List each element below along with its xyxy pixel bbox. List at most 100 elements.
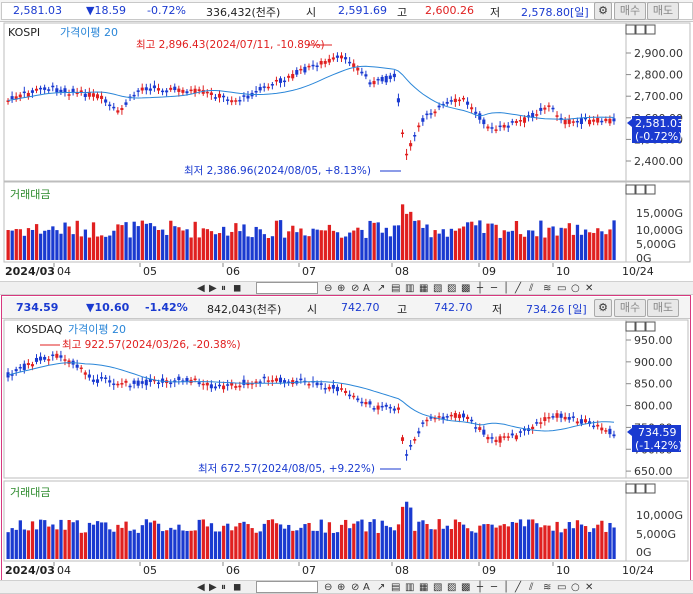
candle-icon[interactable]: ▥ bbox=[405, 581, 414, 594]
circle-icon[interactable]: ○ bbox=[571, 581, 580, 594]
prev-icon[interactable]: ▶ bbox=[209, 581, 217, 594]
candle-body bbox=[173, 86, 177, 91]
channel-icon[interactable]: ⫽ bbox=[529, 282, 533, 295]
trend-line-icon[interactable]: ╱ bbox=[515, 282, 521, 295]
candle-body bbox=[466, 101, 470, 105]
reset-zoom-icon[interactable]: ⊘ bbox=[351, 282, 359, 295]
date-axis-label: 05 bbox=[143, 564, 157, 577]
candle-body bbox=[152, 85, 156, 89]
circle-icon[interactable]: ○ bbox=[571, 282, 580, 295]
candle-body bbox=[368, 401, 372, 405]
vline-icon[interactable]: │ bbox=[503, 282, 509, 295]
prev-icon[interactable]: ▶ bbox=[209, 282, 217, 295]
text-tool-icon[interactable]: A bbox=[363, 282, 370, 295]
candle-body bbox=[55, 88, 59, 93]
channel-icon[interactable]: ⫽ bbox=[529, 581, 533, 594]
kosdaq-high-label: 고 bbox=[397, 303, 408, 316]
bar-icon[interactable]: ▦ bbox=[419, 282, 428, 295]
volume-bar bbox=[47, 229, 51, 260]
scale-lock-icon[interactable] bbox=[625, 321, 656, 332]
volume-bar bbox=[405, 213, 409, 260]
candle-body bbox=[124, 380, 128, 383]
candle-icon[interactable]: ▥ bbox=[405, 282, 414, 295]
zoom-in-icon[interactable]: ⊕ bbox=[337, 282, 345, 295]
crosshair-icon[interactable]: ┼ bbox=[477, 282, 483, 295]
chart-type-icon[interactable]: ▤ bbox=[391, 282, 400, 295]
volume-bar bbox=[132, 221, 136, 260]
kospi-open-value: 2,591.69 bbox=[338, 4, 387, 17]
area-icon[interactable]: ▨ bbox=[447, 282, 456, 295]
scroll-slider[interactable] bbox=[256, 581, 318, 593]
indicator-icon[interactable]: ▩ bbox=[461, 581, 470, 594]
scroll-slider[interactable] bbox=[256, 282, 318, 294]
pause-icon[interactable]: ⏸ bbox=[221, 581, 226, 594]
volume-bar bbox=[222, 226, 226, 260]
candle-body bbox=[478, 113, 482, 120]
candle-body bbox=[303, 66, 307, 73]
bar-icon[interactable]: ▦ bbox=[419, 581, 428, 594]
scale-reset-icon[interactable] bbox=[625, 483, 656, 494]
kosdaq-chart[interactable]: KOSDAQ 가격이평 20 거래대금 950.00 900.00 850.00 80… bbox=[0, 319, 693, 581]
delete-icon[interactable]: ✕ bbox=[585, 581, 593, 594]
rect-icon[interactable]: ▭ bbox=[557, 581, 566, 594]
line-icon[interactable]: ▧ bbox=[433, 581, 442, 594]
date-axis-label: 06 bbox=[226, 564, 240, 577]
indicator-icon[interactable]: ▩ bbox=[461, 282, 470, 295]
pause-icon[interactable]: ⏸ bbox=[221, 282, 226, 295]
volume-bar bbox=[449, 228, 454, 260]
kospi-high-label: 고 bbox=[397, 6, 408, 19]
buy-button[interactable]: 매수 bbox=[614, 299, 646, 317]
play-icon[interactable]: ◀ bbox=[197, 282, 205, 295]
area-icon[interactable]: ▨ bbox=[447, 581, 456, 594]
candle-body bbox=[364, 74, 368, 77]
scale-lock-icon[interactable] bbox=[625, 24, 656, 35]
reset-zoom-icon[interactable]: ⊘ bbox=[351, 581, 359, 594]
candle-body bbox=[83, 93, 87, 97]
volume-bar bbox=[522, 526, 527, 559]
delete-icon[interactable]: ✕ bbox=[585, 282, 593, 295]
volume-bar bbox=[409, 507, 413, 559]
zoom-out-icon[interactable]: ⊖ bbox=[324, 581, 332, 594]
trend-line-icon[interactable]: ╱ bbox=[515, 581, 521, 594]
hline-icon[interactable]: ─ bbox=[491, 282, 497, 295]
volume-bar bbox=[331, 230, 336, 260]
settings-gear-icon[interactable]: ⚙ bbox=[594, 299, 612, 317]
volume-bar bbox=[608, 522, 612, 559]
line-icon[interactable]: ▧ bbox=[433, 282, 442, 295]
sell-button[interactable]: 매도 bbox=[647, 2, 679, 20]
volume-bar bbox=[197, 237, 201, 260]
buy-button[interactable]: 매수 bbox=[614, 2, 646, 20]
settings-gear-icon[interactable]: ⚙ bbox=[594, 2, 612, 20]
arrow-tool-icon[interactable]: ↗ bbox=[377, 581, 385, 594]
crosshair-icon[interactable]: ┼ bbox=[477, 581, 483, 594]
arrow-tool-icon[interactable]: ↗ bbox=[377, 282, 385, 295]
stop-icon[interactable]: ◼ bbox=[233, 581, 241, 594]
volume-bar bbox=[498, 525, 502, 559]
play-icon[interactable]: ◀ bbox=[197, 581, 205, 594]
sell-button[interactable]: 매도 bbox=[647, 299, 679, 317]
stop-icon[interactable]: ◼ bbox=[233, 282, 241, 295]
zoom-out-icon[interactable]: ⊖ bbox=[324, 282, 332, 295]
volume-bar bbox=[510, 521, 515, 559]
kosdaq-high-value: 742.70 bbox=[434, 301, 473, 314]
kospi-chart-panel[interactable]: KOSPI 가격이평 20 거래대금 2,900.00 2,800.00 2,700… bbox=[0, 22, 693, 282]
chart-type-icon[interactable]: ▤ bbox=[391, 581, 400, 594]
candle-body bbox=[254, 90, 258, 93]
fibo-icon[interactable]: ≋ bbox=[543, 282, 551, 295]
fibo-icon[interactable]: ≋ bbox=[543, 581, 551, 594]
text-tool-icon[interactable]: A bbox=[363, 581, 370, 594]
volume-bar bbox=[128, 530, 132, 559]
volume-bar bbox=[295, 232, 299, 260]
candle-body bbox=[510, 433, 514, 436]
kosdaq-chart-panel[interactable]: KOSDAQ 가격이평 20 거래대금 950.00 900.00 850.00 80… bbox=[0, 319, 693, 581]
kospi-chart[interactable]: KOSPI 가격이평 20 거래대금 2,900.00 2,800.00 2,700… bbox=[0, 22, 693, 282]
rect-icon[interactable]: ▭ bbox=[557, 282, 566, 295]
volume-bar bbox=[140, 525, 144, 559]
date-axis-label: 10 bbox=[556, 564, 570, 577]
vline-icon[interactable]: │ bbox=[503, 581, 509, 594]
scale-reset-icon[interactable] bbox=[625, 184, 656, 195]
hline-icon[interactable]: ─ bbox=[491, 581, 497, 594]
zoom-in-icon[interactable]: ⊕ bbox=[337, 581, 345, 594]
volume-bar bbox=[185, 229, 189, 260]
kosdaq-high-annotation: 최고 922.57(2024/03/26, -20.38%) bbox=[62, 339, 241, 351]
